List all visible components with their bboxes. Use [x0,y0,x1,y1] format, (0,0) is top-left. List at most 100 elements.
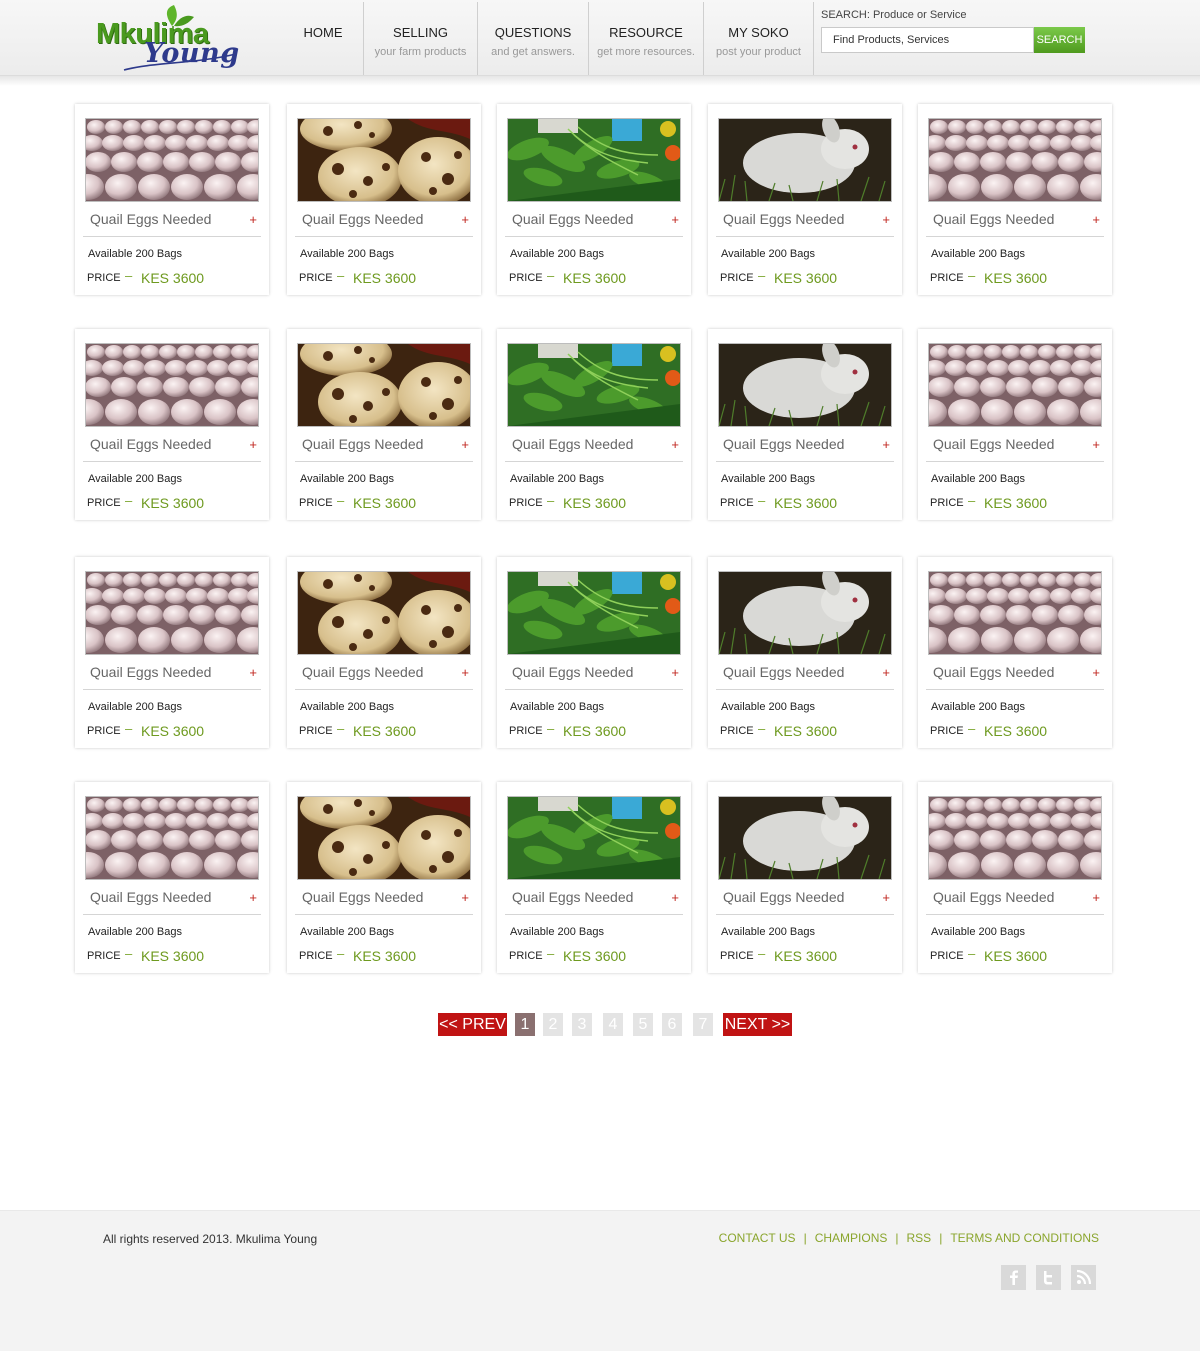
expand-plus-icon[interactable]: + [882,212,890,227]
product-card[interactable]: Quail Eggs Needed + Available 200 Bags PRIC… [708,329,902,520]
footer-link-contact-us[interactable]: CONTACT US [719,1231,796,1245]
product-card[interactable]: Quail Eggs Needed + Available 200 Bags PRIC… [708,557,902,748]
nav-home[interactable]: HOME [283,2,364,75]
nav-resource[interactable]: RESOURCE get more resources. [589,2,704,75]
product-card[interactable]: Quail Eggs Needed + Available 200 Bags PRIC… [918,557,1112,748]
product-card[interactable]: Quail Eggs Needed + Available 200 Bags PRIC… [708,782,902,973]
expand-plus-icon[interactable]: + [461,665,469,680]
product-title[interactable]: Quail Eggs Needed [723,211,844,227]
product-card[interactable]: Quail Eggs Needed + Available 200 Bags PRIC… [497,782,691,973]
quail-eggs-image[interactable] [297,571,471,655]
page-5-button[interactable]: 5 [633,1013,653,1036]
vegetables-image[interactable] [507,571,681,655]
product-title[interactable]: Quail Eggs Needed [512,211,633,227]
page-2-button[interactable]: 2 [543,1013,563,1036]
expand-plus-icon[interactable]: + [671,212,679,227]
expand-plus-icon[interactable]: + [1092,212,1100,227]
expand-plus-icon[interactable]: + [461,212,469,227]
footer-link-terms[interactable]: TERMS AND CONDITIONS [950,1231,1099,1245]
expand-plus-icon[interactable]: + [1092,665,1100,680]
product-card[interactable]: Quail Eggs Needed + Available 200 Bags PRIC… [75,104,269,295]
expand-plus-icon[interactable]: + [671,437,679,452]
product-card[interactable]: Quail Eggs Needed + Available 200 Bags PRIC… [497,557,691,748]
prev-page-button[interactable]: << PREV [438,1013,507,1036]
rss-icon[interactable] [1071,1265,1096,1290]
page-7-button[interactable]: 7 [693,1013,713,1036]
product-title[interactable]: Quail Eggs Needed [933,211,1054,227]
expand-plus-icon[interactable]: + [1092,890,1100,905]
product-title[interactable]: Quail Eggs Needed [723,889,844,905]
product-title[interactable]: Quail Eggs Needed [302,436,423,452]
expand-plus-icon[interactable]: + [249,665,257,680]
expand-plus-icon[interactable]: + [461,890,469,905]
eggs-tray-image[interactable] [85,571,259,655]
eggs-tray-image[interactable] [85,343,259,427]
product-card[interactable]: Quail Eggs Needed + Available 200 Bags PRIC… [287,329,481,520]
expand-plus-icon[interactable]: + [249,212,257,227]
product-title[interactable]: Quail Eggs Needed [512,436,633,452]
quail-eggs-image[interactable] [297,118,471,202]
product-card[interactable]: Quail Eggs Needed + Available 200 Bags PRIC… [708,104,902,295]
nav-questions[interactable]: QUESTIONS and get answers. [478,2,589,75]
twitter-icon[interactable] [1036,1265,1061,1290]
footer-link-champions[interactable]: CHAMPIONS [815,1231,888,1245]
product-card[interactable]: Quail Eggs Needed + Available 200 Bags PRIC… [287,104,481,295]
vegetables-image[interactable] [507,118,681,202]
product-title[interactable]: Quail Eggs Needed [90,889,211,905]
vegetables-image[interactable] [507,343,681,427]
eggs-tray-image[interactable] [85,118,259,202]
nav-selling[interactable]: SELLING your farm products [364,2,478,75]
rabbit-image[interactable] [718,343,892,427]
product-title[interactable]: Quail Eggs Needed [512,889,633,905]
product-card[interactable]: Quail Eggs Needed + Available 200 Bags PRIC… [75,557,269,748]
footer-link-rss[interactable]: RSS [907,1231,932,1245]
page-4-button[interactable]: 4 [603,1013,623,1036]
product-title[interactable]: Quail Eggs Needed [512,664,633,680]
product-title[interactable]: Quail Eggs Needed [302,211,423,227]
product-title[interactable]: Quail Eggs Needed [723,436,844,452]
search-input[interactable] [821,27,1034,53]
expand-plus-icon[interactable]: + [249,890,257,905]
quail-eggs-image[interactable] [297,343,471,427]
expand-plus-icon[interactable]: + [249,437,257,452]
product-card[interactable]: Quail Eggs Needed + Available 200 Bags PRIC… [497,329,691,520]
product-title[interactable]: Quail Eggs Needed [933,889,1054,905]
product-title[interactable]: Quail Eggs Needed [302,664,423,680]
search-button[interactable]: SEARCH [1034,27,1085,53]
product-card[interactable]: Quail Eggs Needed + Available 200 Bags PRIC… [287,557,481,748]
vegetables-image[interactable] [507,796,681,880]
expand-plus-icon[interactable]: + [671,890,679,905]
eggs-tray-image[interactable] [85,796,259,880]
expand-plus-icon[interactable]: + [461,437,469,452]
product-card[interactable]: Quail Eggs Needed + Available 200 Bags PRIC… [497,104,691,295]
product-title[interactable]: Quail Eggs Needed [90,211,211,227]
nav-my-soko[interactable]: MY SOKO post your product [704,2,814,75]
page-6-button[interactable]: 6 [662,1013,682,1036]
page-1-button[interactable]: 1 [515,1013,535,1036]
product-card[interactable]: Quail Eggs Needed + Available 200 Bags PRIC… [918,329,1112,520]
expand-plus-icon[interactable]: + [671,665,679,680]
page-3-button[interactable]: 3 [572,1013,592,1036]
site-logo[interactable]: Mkulima Young [94,4,244,74]
product-title[interactable]: Quail Eggs Needed [933,436,1054,452]
expand-plus-icon[interactable]: + [1092,437,1100,452]
expand-plus-icon[interactable]: + [882,665,890,680]
eggs-tray-image[interactable] [928,796,1102,880]
product-title[interactable]: Quail Eggs Needed [933,664,1054,680]
quail-eggs-image[interactable] [297,796,471,880]
eggs-tray-image[interactable] [928,343,1102,427]
product-title[interactable]: Quail Eggs Needed [90,664,211,680]
rabbit-image[interactable] [718,118,892,202]
product-card[interactable]: Quail Eggs Needed + Available 200 Bags PRIC… [75,329,269,520]
eggs-tray-image[interactable] [928,118,1102,202]
product-card[interactable]: Quail Eggs Needed + Available 200 Bags PRIC… [918,782,1112,973]
product-title[interactable]: Quail Eggs Needed [90,436,211,452]
rabbit-image[interactable] [718,571,892,655]
product-title[interactable]: Quail Eggs Needed [302,889,423,905]
expand-plus-icon[interactable]: + [882,890,890,905]
eggs-tray-image[interactable] [928,571,1102,655]
rabbit-image[interactable] [718,796,892,880]
next-page-button[interactable]: NEXT >> [723,1013,792,1036]
product-card[interactable]: Quail Eggs Needed + Available 200 Bags PRIC… [918,104,1112,295]
expand-plus-icon[interactable]: + [882,437,890,452]
